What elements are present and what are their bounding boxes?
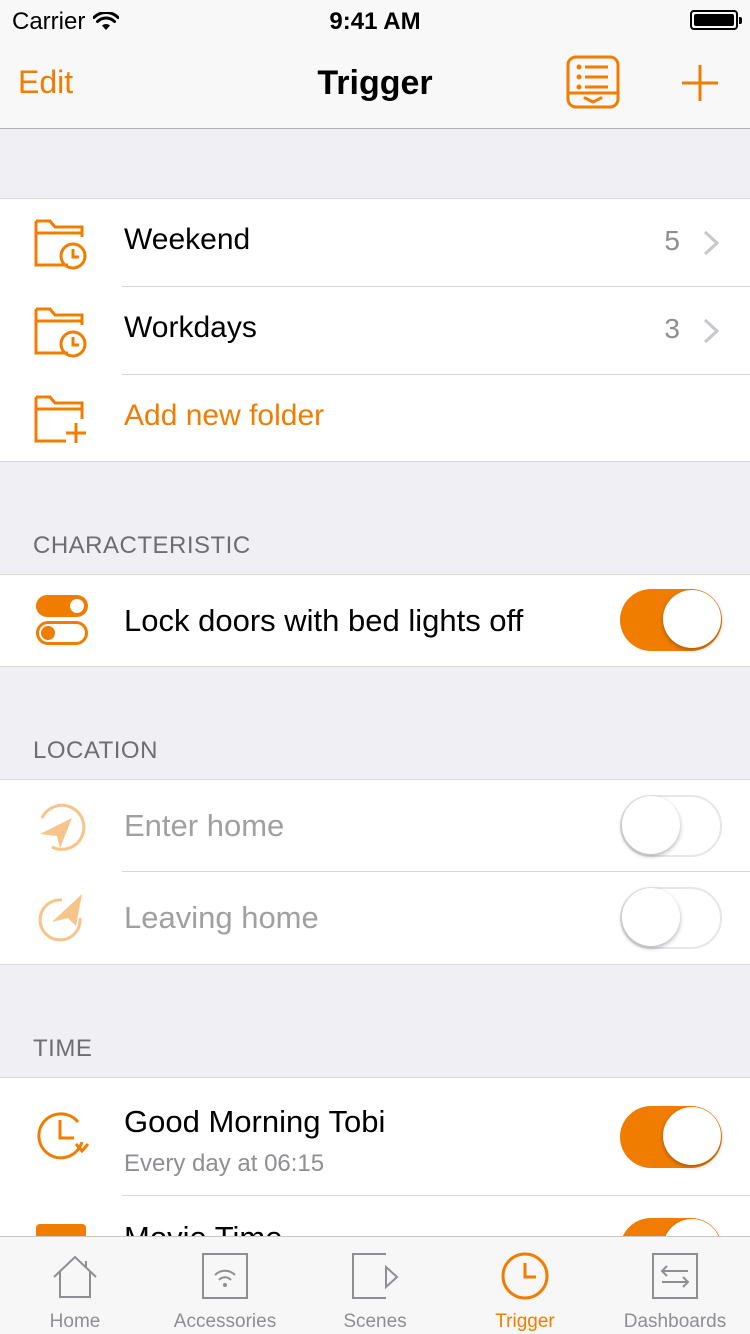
tab-dashboards[interactable]: Dashboards	[600, 1237, 750, 1334]
trigger-row[interactable]: Leaving home	[0, 872, 750, 964]
tab-bar: Home Accessories Scenes Trigger Dashboar…	[0, 1236, 750, 1334]
status-time: 9:41 AM	[329, 8, 421, 35]
scenes-icon	[352, 1253, 399, 1299]
trigger-label: Good Morning Tobi	[124, 1104, 386, 1139]
tab-label: Scenes	[343, 1311, 407, 1332]
tab-scenes[interactable]: Scenes	[300, 1237, 450, 1334]
folder-row-workdays[interactable]: Workdays 3	[0, 287, 750, 375]
trigger-label: Lock doors with bed lights off	[124, 603, 524, 638]
dashboards-icon	[652, 1253, 698, 1299]
folder-count: 5	[664, 225, 680, 256]
chevron-right-icon	[703, 318, 720, 344]
folder-label: Workdays	[124, 311, 257, 344]
house-icon	[53, 1255, 97, 1298]
folder-count: 3	[664, 313, 680, 344]
trigger-label: Enter home	[124, 808, 285, 843]
location-section: Enter home Leaving home	[0, 779, 750, 965]
navigation-bar: Edit Trigger	[0, 40, 750, 129]
add-icon[interactable]	[680, 63, 720, 103]
trigger-toggle[interactable]	[620, 589, 722, 651]
movie-icon	[36, 1224, 86, 1236]
location-enter-icon	[40, 803, 86, 851]
sort-list-icon[interactable]	[566, 55, 620, 109]
trigger-toggle[interactable]	[620, 795, 722, 857]
section-header-location: LOCATION	[33, 737, 158, 764]
trigger-label: Movie Time	[124, 1220, 282, 1236]
trigger-row[interactable]: Enter home	[0, 780, 750, 872]
trigger-row[interactable]: Lock doors with bed lights off	[0, 575, 750, 666]
trigger-row[interactable]: Good Morning Tobi Every day at 06:15	[0, 1078, 750, 1196]
tab-label: Home	[49, 1311, 101, 1332]
trigger-schedule: Every day at 06:15	[124, 1150, 325, 1177]
trigger-toggle[interactable]	[620, 1218, 722, 1236]
tab-label: Trigger	[495, 1311, 555, 1332]
add-folder-row[interactable]: Add new folder	[0, 375, 750, 463]
tab-label: Accessories	[173, 1311, 277, 1332]
trigger-row[interactable]: Movie Time	[0, 1196, 750, 1236]
folder-add-icon	[34, 395, 86, 443]
tab-accessories[interactable]: Accessories	[150, 1237, 300, 1334]
accessories-icon	[202, 1253, 248, 1299]
clock-icon	[501, 1252, 549, 1300]
add-folder-label: Add new folder	[124, 399, 325, 432]
trigger-toggle[interactable]	[620, 1106, 722, 1168]
trigger-list[interactable]: Weekend 5 Workdays 3 Add new folder CHAR…	[0, 129, 750, 1236]
tab-trigger[interactable]: Trigger	[450, 1237, 600, 1334]
folder-label: Weekend	[124, 223, 251, 256]
trigger-toggle[interactable]	[620, 887, 722, 949]
folder-clock-icon	[34, 307, 87, 358]
tab-home[interactable]: Home	[0, 1237, 150, 1334]
clock-repeat-icon	[37, 1112, 90, 1160]
switch-icon	[36, 595, 88, 645]
status-bar: Carrier 9:41 AM	[0, 0, 750, 40]
time-section: Good Morning Tobi Every day at 06:15 Mov…	[0, 1077, 750, 1236]
folders-section: Weekend 5 Workdays 3 Add new folder	[0, 198, 750, 462]
trigger-label: Leaving home	[124, 900, 319, 935]
folder-clock-icon	[34, 219, 87, 270]
page-title: Trigger	[317, 64, 433, 102]
chevron-right-icon	[703, 230, 720, 256]
section-header-characteristic: CHARACTERISTIC	[33, 532, 251, 559]
characteristic-section: Lock doors with bed lights off	[0, 574, 750, 667]
section-header-time: TIME	[33, 1035, 93, 1062]
tab-label: Dashboards	[623, 1311, 727, 1332]
location-leave-icon	[38, 894, 82, 942]
battery-icon	[690, 10, 742, 30]
folder-row-weekend[interactable]: Weekend 5	[0, 199, 750, 287]
